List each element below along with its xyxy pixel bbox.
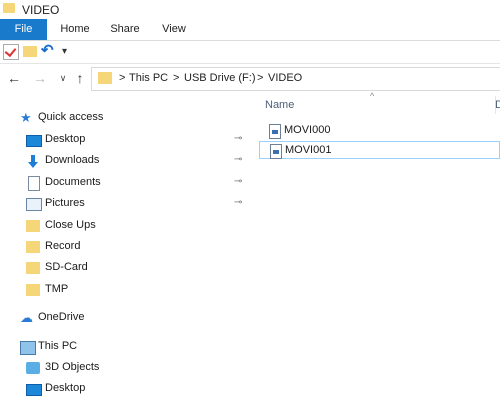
window-title: VIDEO [22, 3, 60, 17]
nav-quick-access[interactable]: ★ Quick access [0, 108, 258, 129]
new-folder-icon[interactable] [23, 46, 37, 57]
video-file-icon [270, 144, 282, 159]
file-list: ^ Name D MOVI000 MOVI001 [259, 91, 500, 399]
folder-icon [26, 284, 40, 296]
tab-home[interactable]: Home [54, 19, 96, 40]
folder-icon [26, 241, 40, 253]
folder-icon [26, 220, 40, 232]
file-name: MOVI000 [284, 124, 331, 136]
up-button[interactable]: ↑ [72, 68, 88, 88]
address-bar[interactable]: > This PC > USB Drive (F:) > VIDEO [91, 67, 500, 91]
nav-label: Close Ups [45, 219, 96, 231]
nav-item-documents[interactable]: Documents ⊸ [0, 173, 258, 194]
breadcrumb-separator: > [257, 72, 264, 84]
nav-label: Desktop [45, 382, 86, 394]
nav-item-desktop[interactable]: Desktop ⊸ [0, 130, 258, 151]
file-row[interactable]: MOVI000 [259, 122, 500, 140]
downloads-icon [26, 155, 40, 168]
nav-label: 3D Objects [45, 361, 100, 373]
navigation-pane: ★ Quick access Desktop ⊸ Downloads ⊸ Doc… [0, 100, 258, 399]
sort-indicator-icon: ^ [370, 91, 375, 101]
column-header-name[interactable]: Name [265, 99, 294, 111]
nav-label: Pictures [45, 197, 85, 209]
column-header-date[interactable]: D [495, 99, 500, 111]
nav-item-3d-objects[interactable]: 3D Objects [0, 358, 258, 379]
video-file-icon [269, 124, 281, 139]
pin-icon[interactable]: ⊸ [234, 197, 242, 208]
nav-item-close-ups[interactable]: Close Ups [0, 216, 258, 237]
this-pc-icon [20, 341, 36, 355]
folder-icon [3, 3, 15, 13]
pin-icon[interactable]: ⊸ [234, 133, 242, 144]
recent-locations-button[interactable]: ∨ [55, 68, 71, 88]
tab-view[interactable]: View [156, 19, 192, 40]
nav-label: TMP [45, 283, 69, 295]
properties-icon[interactable] [3, 44, 19, 60]
nav-label: This PC [38, 340, 78, 352]
forward-button[interactable]: → [32, 68, 48, 88]
star-icon: ★ [20, 110, 32, 125]
folder-icon [98, 72, 112, 84]
breadcrumb-separator: > [119, 72, 126, 84]
nav-item-downloads[interactable]: Downloads ⊸ [0, 151, 258, 172]
title-bar: VIDEO [0, 0, 500, 19]
nav-onedrive[interactable]: ☁ OneDrive [0, 308, 258, 329]
breadcrumb-usb-drive[interactable]: USB Drive (F:) [184, 72, 256, 84]
breadcrumb-this-pc[interactable]: This PC [129, 72, 168, 84]
documents-icon [28, 176, 40, 191]
address-row: ← → ∨ ↑ > This PC > USB Drive (F:) > VID… [0, 64, 500, 92]
ribbon-tabs: File Home Share View [0, 19, 500, 41]
desktop-icon [26, 384, 42, 396]
3d-objects-icon [26, 362, 40, 374]
nav-label: OneDrive [38, 311, 85, 323]
nav-label: Documents [45, 176, 101, 188]
pin-icon[interactable]: ⊸ [234, 176, 242, 187]
nav-label: Desktop [45, 133, 86, 145]
nav-label: Quick access [38, 111, 104, 123]
breadcrumb-video[interactable]: VIDEO [268, 72, 302, 84]
nav-label: SD-Card [45, 261, 88, 273]
nav-item-sd-card[interactable]: SD-Card [0, 258, 258, 279]
file-row-selected[interactable]: MOVI001 [259, 141, 500, 159]
pictures-icon [26, 198, 42, 211]
undo-icon[interactable]: ↶ [41, 43, 55, 58]
nav-item-record[interactable]: Record [0, 237, 258, 258]
tab-file[interactable]: File [0, 19, 47, 40]
customize-dropdown-icon[interactable]: ▾ [62, 44, 76, 58]
folder-icon [26, 262, 40, 274]
file-name: MOVI001 [285, 144, 332, 156]
back-button[interactable]: ← [6, 68, 22, 88]
nav-label: Record [45, 240, 81, 252]
tab-share[interactable]: Share [105, 19, 145, 40]
nav-label: Downloads [45, 154, 100, 166]
breadcrumb-separator: > [173, 72, 180, 84]
nav-item-pictures[interactable]: Pictures ⊸ [0, 194, 258, 215]
pin-icon[interactable]: ⊸ [234, 154, 242, 165]
onedrive-icon: ☁ [20, 310, 33, 325]
nav-item-desktop-pc[interactable]: Desktop [0, 379, 258, 400]
column-header-row: ^ Name D [259, 91, 500, 118]
nav-item-tmp[interactable]: TMP [0, 280, 258, 301]
desktop-icon [26, 135, 42, 147]
quick-access-toolbar: ↶ ▾ [0, 41, 500, 64]
nav-this-pc[interactable]: This PC [0, 337, 258, 358]
